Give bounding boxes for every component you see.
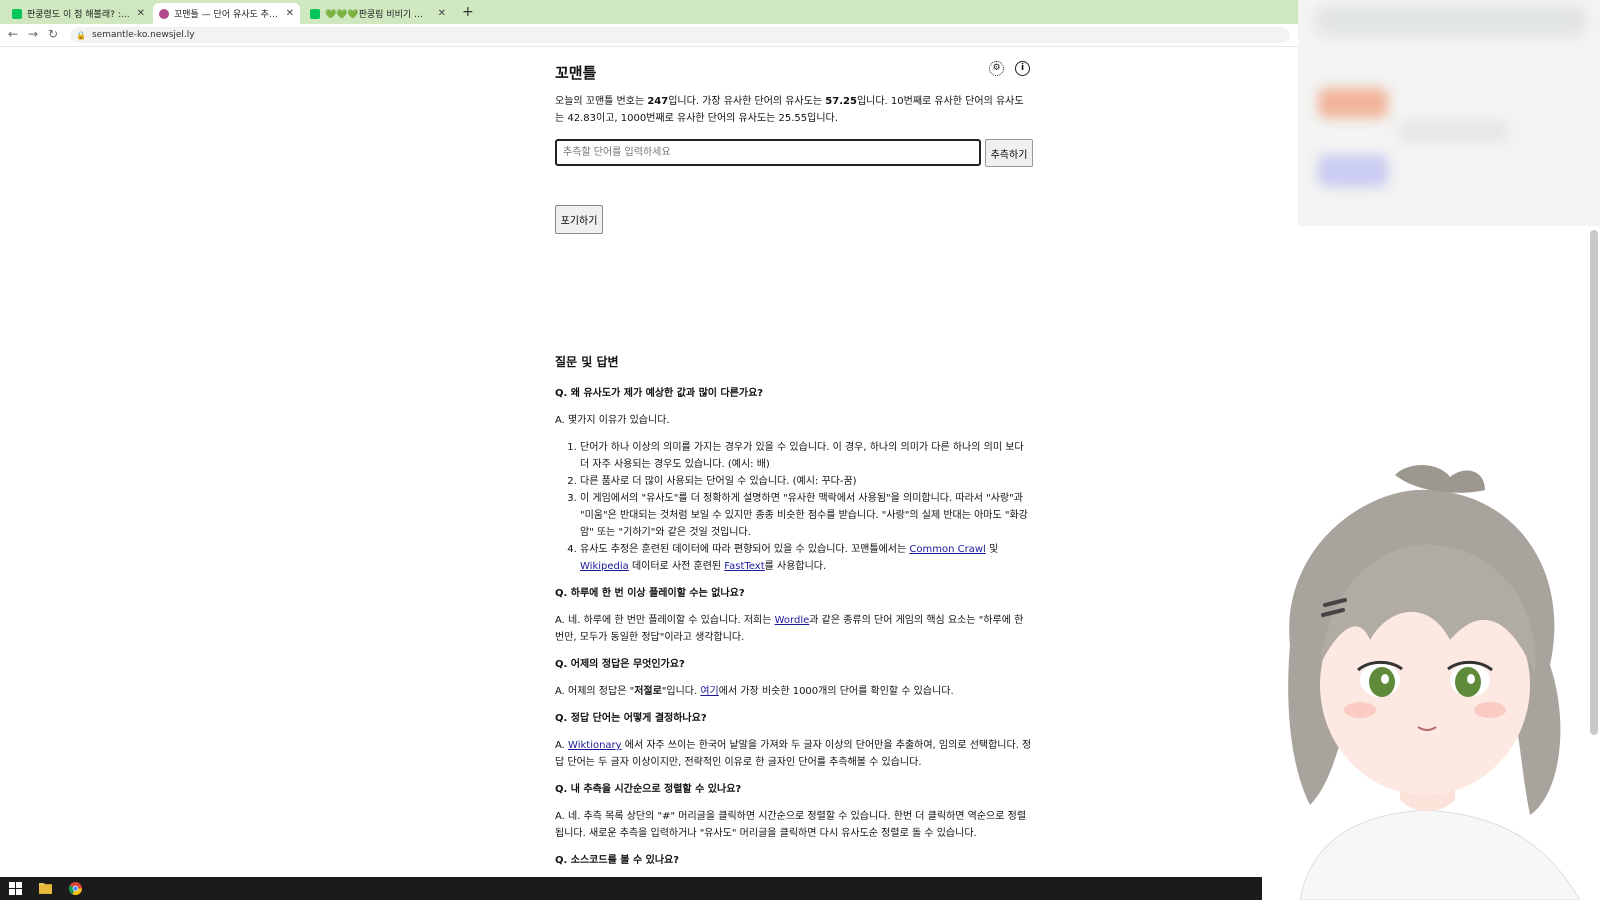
chrome-icon[interactable]: [69, 882, 82, 895]
faq-answer: A. 몇가지 이유가 있습니다.: [555, 415, 670, 426]
close-icon[interactable]: ✕: [131, 8, 145, 19]
faq-question: Q. 내 추측을 시간순으로 정렬할 수 있나요?: [555, 784, 742, 795]
wikipedia-link[interactable]: Wikipedia: [580, 561, 629, 572]
intro-text: 오늘의 꼬맨틀 번호는 247입니다. 가장 유사한 단어의 유사도는 57.2…: [555, 93, 1025, 127]
wiktionary-link[interactable]: Wiktionary: [568, 740, 622, 751]
text: 를 사용합니다.: [764, 561, 827, 572]
text: 에서 자주 쓰이는 한국어 낱말을 가져와 두 글자 이상의 단어만을 추출하여…: [555, 740, 1032, 768]
naver-favicon-icon: [12, 8, 22, 19]
file-explorer-icon[interactable]: [39, 882, 52, 895]
text: 에서 가장 비슷한 1000개의 단어를 확인할 수 있습니다.: [718, 686, 954, 697]
blurred-block: [1318, 88, 1388, 118]
intro-part: 오늘의 꼬맨틀 번호는: [555, 96, 648, 107]
blurred-block: [1318, 155, 1388, 187]
close-icon[interactable]: ✕: [432, 8, 446, 19]
text: A. 네. 하루에 한 번만 플레이할 수 있습니다. 저희는: [555, 615, 775, 626]
guess-input[interactable]: [555, 139, 981, 166]
url-text: semantle-ko.newsjel.ly: [91, 30, 195, 40]
text: 및: [985, 544, 999, 555]
text: A.: [555, 740, 569, 751]
browser-tab[interactable]: 💚💚💚판쿵림 비비기 💚💚💚 ✕: [304, 3, 452, 24]
browser-tab-active[interactable]: 꼬맨틀 — 단어 유사도 추측 게임 ✕: [153, 3, 300, 24]
brain-favicon-icon: [159, 8, 169, 19]
address-bar: ← → ↻ 🔒 semantle-ko.newsjel.ly: [0, 24, 1298, 47]
faq-heading: 질문 및 답변: [555, 355, 619, 369]
blurred-block: [1398, 120, 1508, 142]
top-similarity: 57.25: [825, 96, 857, 107]
faq-answer: A. 네. 추측 목록 상단의 "#" 머리글을 클릭하면 시간순으로 정렬할 …: [555, 811, 1027, 839]
list-item: 다른 품사로 더 많이 사용되는 단어일 수 있습니다. (예시: 꾸다-꿈): [580, 473, 1035, 490]
tab-title: 💚💚💚판쿵림 비비기 💚💚💚: [325, 10, 432, 20]
list-item: 이 게임에서의 "유사도"를 더 정확하게 설명하면 "유사한 맥락에서 사용됨…: [580, 490, 1035, 541]
faq-question: Q. 정답 단어는 어떻게 결정하나요?: [555, 713, 707, 724]
fasttext-link[interactable]: FastText: [724, 561, 764, 572]
faq-question: Q. 소스코드를 볼 수 있나요?: [555, 855, 680, 866]
faq-answer: A. Wiktionary 에서 자주 쓰이는 한국어 낱말을 가져와 두 글자…: [555, 737, 1035, 771]
reasons-list: 단어가 하나 이상의 의미를 가지는 경우가 있을 수 있습니다. 이 경우, …: [555, 439, 1035, 575]
list-item: 단어가 하나 이상의 의미를 가지는 경우가 있을 수 있습니다. 이 경우, …: [580, 439, 1035, 473]
text: 데이터로 사전 훈련된: [628, 561, 725, 572]
puzzle-number: 247: [647, 96, 669, 107]
here-link[interactable]: 여기: [700, 686, 718, 697]
yesterday-answer: 저절로: [634, 686, 662, 697]
wordle-link[interactable]: Wordle: [775, 615, 810, 626]
blurred-block: [1316, 6, 1586, 36]
faq-question: Q. 어제의 정답은 무엇인가요?: [555, 659, 685, 670]
tab-title: 판쿵령도 이 점 해볼래? : 네이버: [27, 10, 131, 20]
text: 유사도 추정은 훈련된 데이터에 따라 편향되어 있을 수 있습니다. 꼬맨틀에…: [580, 544, 910, 555]
faq-answer: A. 네. 하루에 한 번만 플레이할 수 있습니다. 저희는 Wordle과 …: [555, 612, 1035, 646]
page-title: 꼬맨틀: [555, 64, 597, 82]
reload-icon[interactable]: ↻: [48, 27, 58, 41]
tab-title: 꼬맨틀 — 단어 유사도 추측 게임: [174, 10, 280, 20]
list-item: 유사도 추정은 훈련된 데이터에 따라 편향되어 있을 수 있습니다. 꼬맨틀에…: [580, 541, 1035, 575]
blurred-overlay: [1298, 0, 1600, 226]
lock-icon: 🔒: [76, 30, 86, 40]
gear-icon[interactable]: ⚙: [989, 61, 1004, 76]
close-icon[interactable]: ✕: [280, 8, 294, 19]
taskbar: [0, 877, 1262, 900]
faq-question: Q. 왜 유사도가 제가 예상한 값과 많이 다른가요?: [555, 388, 764, 399]
browser-tab-bar: 판쿵령도 이 점 해볼래? : 네이버 ✕ 꼬맨틀 — 단어 유사도 추측 게임…: [0, 0, 1298, 24]
faq-answer: A. 어제의 정답은 "저절로"입니다. 여기에서 가장 비슷한 1000개의 …: [555, 683, 1035, 700]
give-up-button[interactable]: 포기하기: [555, 205, 603, 234]
browser-tab[interactable]: 판쿵령도 이 점 해볼래? : 네이버 ✕: [6, 3, 151, 24]
faq-section: 질문 및 답변 Q. 왜 유사도가 제가 예상한 값과 많이 다른가요? A. …: [555, 354, 1035, 879]
common-crawl-link[interactable]: Common Crawl: [909, 544, 985, 555]
intro-part: 입니다. 가장 유사한 단어의 유사도는: [668, 96, 826, 107]
vtuber-avatar: [1288, 465, 1581, 900]
url-field[interactable]: 🔒 semantle-ko.newsjel.ly: [70, 27, 1290, 43]
back-arrow-icon[interactable]: ←: [8, 27, 18, 41]
info-icon[interactable]: i: [1015, 61, 1030, 76]
naver-favicon-icon: [310, 8, 320, 19]
guess-button[interactable]: 추측하기: [985, 139, 1033, 167]
text: A. 어제의 정답은 ": [555, 686, 635, 697]
faq-question: Q. 하루에 한 번 이상 플레이할 수는 없나요?: [555, 588, 745, 599]
windows-start-icon[interactable]: [9, 882, 22, 895]
text: "입니다.: [661, 686, 701, 697]
new-tab-button[interactable]: +: [462, 4, 474, 20]
forward-arrow-icon[interactable]: →: [28, 27, 38, 41]
